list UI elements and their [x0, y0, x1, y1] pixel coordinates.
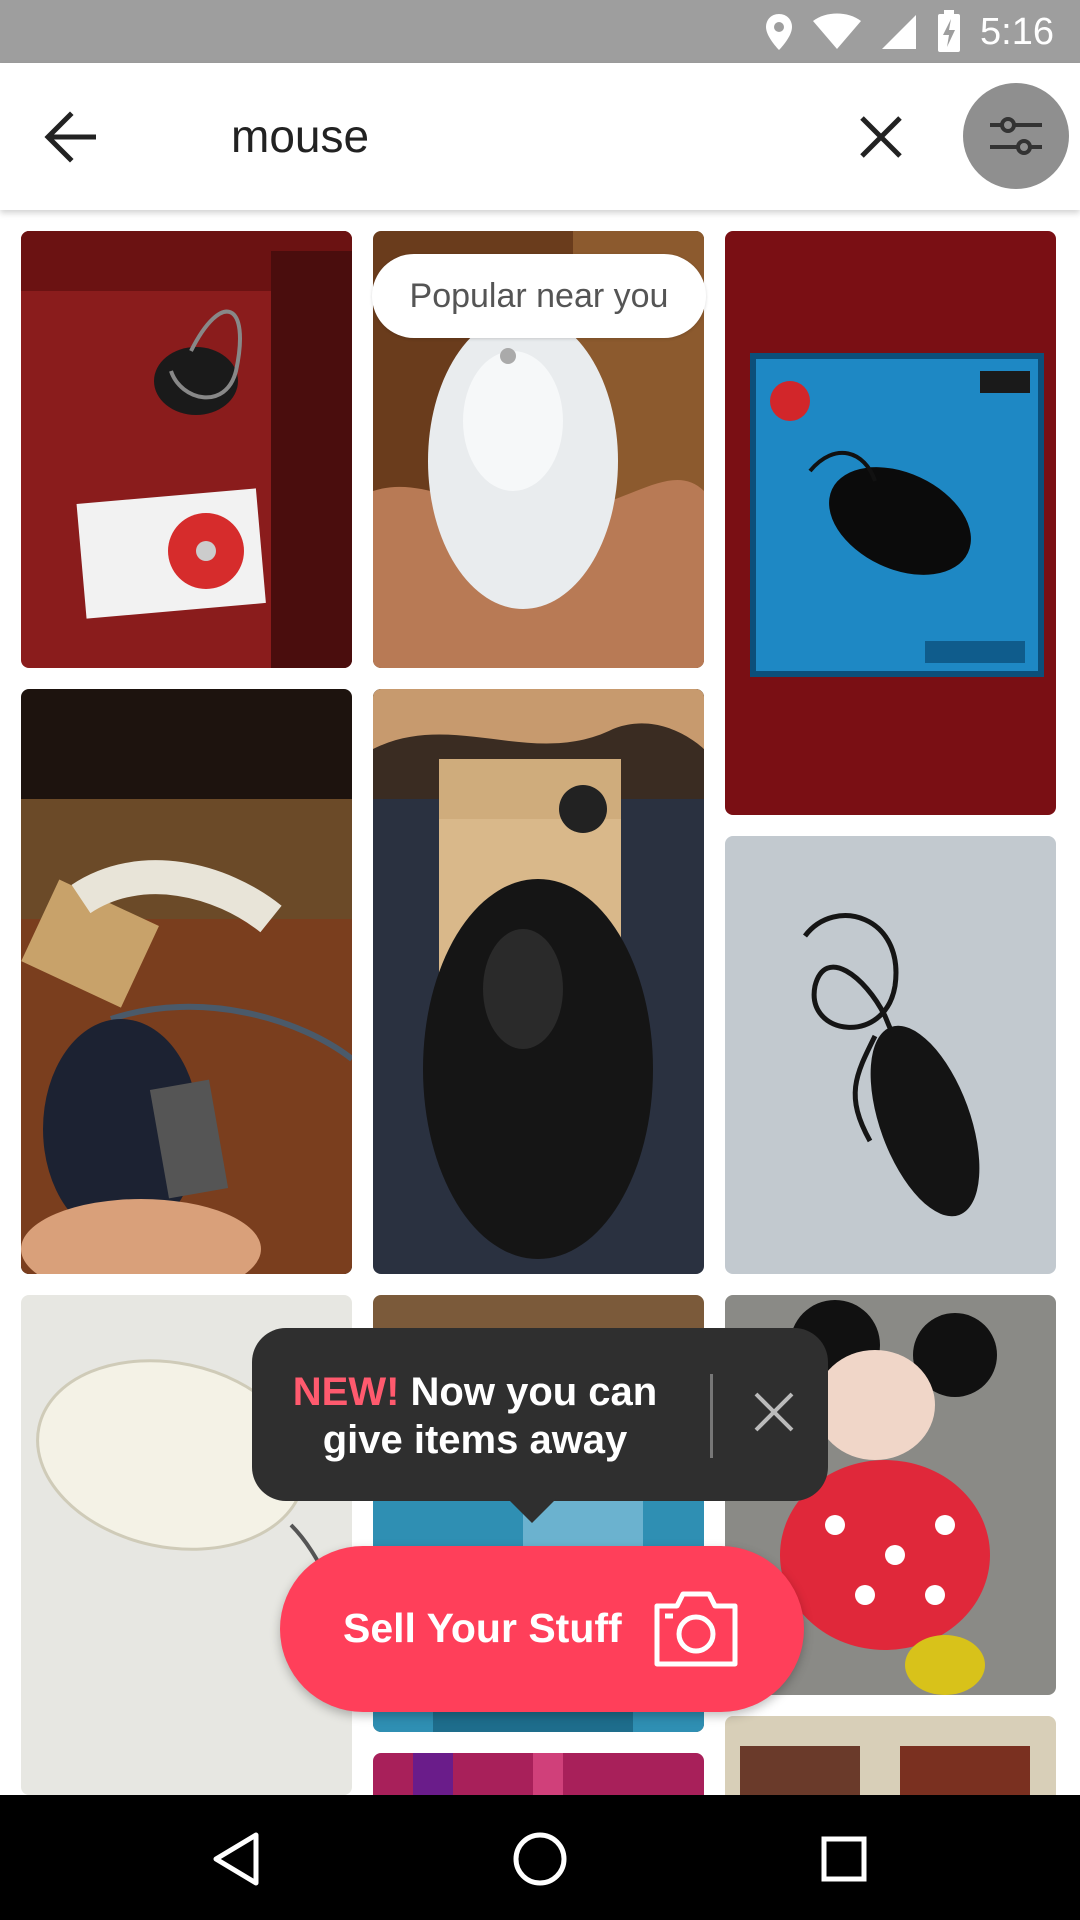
tooltip-new-label: NEW! [292, 1370, 400, 1414]
product-image [725, 231, 1056, 815]
search-query-input[interactable]: mouse [231, 106, 369, 166]
product-image [21, 689, 352, 1274]
signal-icon [882, 15, 917, 49]
product-photo-rugs[interactable] [725, 1716, 1056, 1795]
filter-button[interactable] [963, 83, 1069, 189]
product-photo-hp-mouse[interactable] [21, 231, 352, 668]
product-photo-tecknet-mouse[interactable] [373, 689, 704, 1274]
close-icon[interactable] [752, 1390, 796, 1434]
status-time: 5:16 [980, 10, 1054, 53]
give-away-tooltip: NEW! Now you can give items away [252, 1328, 828, 1523]
status-bar: 5:16 [0, 0, 1080, 63]
wifi-icon [813, 13, 862, 49]
product-image [373, 689, 704, 1274]
filter-sliders-icon [990, 117, 1042, 155]
product-image [725, 836, 1056, 1274]
location-icon [766, 14, 793, 50]
system-nav-bar [0, 1795, 1080, 1920]
tooltip-divider [710, 1374, 713, 1458]
nav-back-icon[interactable] [206, 1829, 266, 1889]
clear-icon[interactable] [858, 114, 904, 160]
product-image [725, 1716, 1056, 1795]
product-photo-black-wired-mouse[interactable] [725, 836, 1056, 1274]
nav-home-icon[interactable] [510, 1829, 570, 1889]
camera-icon [654, 1591, 738, 1667]
sell-button-label: Sell Your Stuff [343, 1605, 622, 1651]
product-photo-dell-mouse[interactable] [725, 231, 1056, 815]
tooltip-message: NEW! Now you can give items away [282, 1368, 668, 1464]
popular-near-you-badge: Popular near you [372, 254, 706, 338]
search-header: mouse [0, 63, 1080, 210]
product-photo-colorful-item[interactable] [373, 1753, 704, 1795]
product-image [21, 231, 352, 668]
product-image [373, 1753, 704, 1795]
product-photo-wired-mouse[interactable] [21, 689, 352, 1274]
battery-charging-icon [938, 10, 961, 52]
back-arrow-icon[interactable] [44, 111, 100, 163]
sell-your-stuff-button[interactable]: Sell Your Stuff [280, 1546, 804, 1712]
nav-recents-icon[interactable] [814, 1829, 874, 1889]
